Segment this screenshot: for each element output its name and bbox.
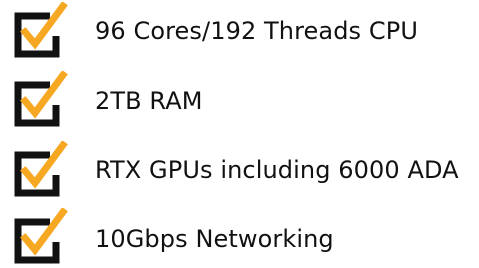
feature-label: RTX GPUs including 6000 ADA bbox=[95, 156, 459, 184]
feature-label: 96 Cores/192 Threads CPU bbox=[95, 17, 418, 45]
feature-label: 10Gbps Networking bbox=[95, 225, 334, 253]
feature-item-network: 10Gbps Networking bbox=[0, 208, 479, 268]
feature-item-cpu: 96 Cores/192 Threads CPU bbox=[0, 2, 479, 62]
feature-item-gpu: RTX GPUs including 6000 ADA bbox=[0, 141, 479, 201]
checkbox-checked-icon bbox=[12, 2, 72, 60]
checkbox-checked-icon bbox=[12, 208, 72, 266]
feature-item-ram: 2TB RAM bbox=[0, 71, 479, 131]
checkbox-checked-icon bbox=[12, 71, 72, 129]
feature-list: 96 Cores/192 Threads CPU 2TB RAM RTX GPU… bbox=[0, 0, 479, 267]
checkbox-checked-icon bbox=[12, 141, 72, 199]
feature-label: 2TB RAM bbox=[95, 87, 203, 115]
